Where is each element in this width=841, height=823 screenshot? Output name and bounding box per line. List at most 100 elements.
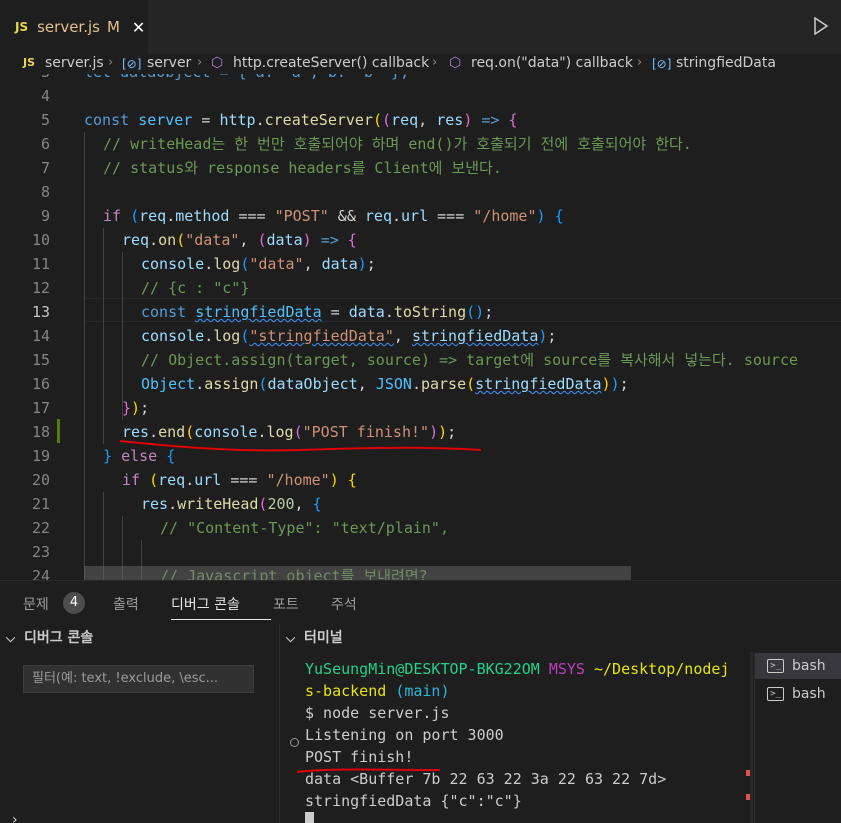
breadcrumb-item-stringfieddata[interactable]: stringfiedData xyxy=(676,54,776,72)
line-number: 15 xyxy=(31,351,50,369)
active-tab-indicator xyxy=(171,619,271,620)
terminal-instance-label: bash xyxy=(792,686,826,702)
code-line-6: // writeHead는 한 번만 호출되어야 하며 end()가 호출되기 … xyxy=(103,135,692,153)
line-number: 22 xyxy=(31,519,50,537)
code-line-10: req.on("data", (data) => { xyxy=(122,231,357,249)
line-number: 4 xyxy=(40,87,50,105)
code-line-20: if (req.url === "/home") { xyxy=(122,471,357,489)
line-number: 18 xyxy=(31,423,50,441)
breadcrumb-item-req-on[interactable]: req.on("data") callback xyxy=(471,54,633,72)
code-line-7: // status와 response headers를 Client에 보낸다… xyxy=(103,159,502,177)
breadcrumb: JS server.js › [⊘] server › ⬡ http.creat… xyxy=(0,54,841,74)
horizontal-scrollbar[interactable] xyxy=(84,566,631,580)
tab-filename: server.js xyxy=(37,18,100,36)
line-number: 21 xyxy=(31,495,50,513)
terminal-icon: >_ xyxy=(767,659,784,673)
line-number: 17 xyxy=(31,399,50,417)
line-number: 6 xyxy=(40,135,50,153)
line-number: 11 xyxy=(31,255,50,273)
string-literal: "POST finish!" xyxy=(302,423,430,441)
line-number: 16 xyxy=(31,375,50,393)
terminal-scrollbar[interactable] xyxy=(750,652,753,823)
terminal-line: Listening on port 3000 xyxy=(305,726,504,744)
terminal-instance-bash[interactable]: >_ bash xyxy=(755,681,841,707)
string-literal: "data" xyxy=(249,255,304,273)
line-number-active: 13 xyxy=(31,303,50,321)
terminal-prompt-line: YuSeungMin@DESKTOP-BKG22OM MSYS ~/Deskto… xyxy=(305,658,729,680)
chevron-down-icon[interactable]: ⌵ xyxy=(286,624,295,652)
line-number: 12 xyxy=(31,279,50,297)
line-number-gutter: 3 4 5 6 7 8 9 10 11 12 13 14 15 16 17 18… xyxy=(0,74,60,580)
code-line-19: } else { xyxy=(103,447,176,465)
debug-console-header[interactable]: ⌵ 디버그 콘솔 xyxy=(0,624,279,652)
line-number: 7 xyxy=(40,159,50,177)
chevron-right-icon: › xyxy=(108,55,114,70)
tab-comments[interactable]: 주석 xyxy=(331,594,357,614)
code-line-16: Object.assign(dataObject, JSON.parse(str… xyxy=(141,375,629,393)
debug-console-pane: ⌵ 디버그 콘솔 필터(예: text, !exclude, \esc... › xyxy=(0,624,279,823)
method-cube-icon: ⬡ xyxy=(211,55,224,71)
code-line-11: console.log("data", data); xyxy=(141,255,376,273)
chevron-down-icon[interactable]: ⌵ xyxy=(6,624,15,652)
line-number: 3 xyxy=(10,74,50,84)
prompt-path: s-backend xyxy=(305,682,387,700)
prompt-path: ~/Desktop/nodej xyxy=(594,660,730,678)
terminal-title: 터미널 xyxy=(304,630,343,646)
terminal-cursor xyxy=(305,812,314,823)
code-line-13: const stringfiedData = data.toString(); xyxy=(141,303,494,321)
modified-indicator: M xyxy=(106,18,120,36)
breadcrumb-item-file[interactable]: server.js xyxy=(45,54,104,72)
chevron-right-icon: › xyxy=(197,55,203,70)
line-number: 14 xyxy=(31,327,50,345)
javascript-file-icon: JS xyxy=(23,56,36,69)
code-line-12: // {c : "c"} xyxy=(141,279,250,297)
tab-problems[interactable]: 문제 xyxy=(23,594,49,614)
terminal-instance-bash[interactable]: >_ bash xyxy=(755,653,841,679)
line-number: 5 xyxy=(40,111,50,129)
code-line-22: // "Content-Type": "text/plain", xyxy=(160,519,449,537)
string-literal: "POST" xyxy=(274,207,329,225)
command-decoration-icon[interactable] xyxy=(290,738,299,747)
line-number: 23 xyxy=(31,543,50,561)
panel-tab-bar: 문제 4 출력 디버그 콘솔 포트 주석 xyxy=(0,580,841,624)
prompt-user: YuSeungMin@DESKTOP-BKG22OM xyxy=(305,660,540,678)
breadcrumb-item-createserver[interactable]: http.createServer() callback xyxy=(233,54,429,72)
tab-output[interactable]: 출력 xyxy=(113,594,139,614)
breadcrumb-item-server[interactable]: server xyxy=(147,54,191,72)
code-line-15: // Object.assign(target, source) => targ… xyxy=(141,351,799,369)
terminal-line: data <Buffer 7b 22 63 22 3a 22 63 22 7d> xyxy=(305,770,667,788)
string-literal: "/home" xyxy=(473,207,537,225)
line-number: 10 xyxy=(31,231,50,249)
string-literal: "data" xyxy=(185,231,240,249)
variable-icon: [⊘] xyxy=(122,57,142,71)
terminal-instance-list: >_ bash >_ bash xyxy=(754,652,841,823)
terminal-line: POST finish! xyxy=(305,748,414,766)
method-cube-icon: ⬡ xyxy=(449,55,462,71)
close-tab-button[interactable]: ✕ xyxy=(132,18,145,37)
chevron-right-icon: › xyxy=(637,55,643,70)
terminal-header[interactable]: ⌵ 터미널 xyxy=(280,624,841,652)
code-line-3: let dataObject = { a: "a", b: "b" }; xyxy=(84,74,409,84)
code-line-21: res.writeHead(200, { xyxy=(141,495,322,513)
tab-debug-console[interactable]: 디버그 콘솔 xyxy=(171,594,240,614)
code-line-5: const server = http.createServer((req, r… xyxy=(84,111,518,129)
code-lines: let dataObject = { a: "a", b: "b" }; con… xyxy=(84,74,841,580)
terminal-line: $ node server.js xyxy=(305,704,450,722)
terminal-icon: >_ xyxy=(767,687,784,701)
editor-tab-bar: JS server.js M ✕ xyxy=(0,0,841,54)
debug-console-filter-input[interactable]: 필터(예: text, !exclude, \esc... xyxy=(23,665,254,693)
prompt-host: MSYS xyxy=(548,660,585,678)
terminal-instance-label: bash xyxy=(792,658,826,674)
problems-count-badge: 4 xyxy=(63,592,85,614)
terminal-pane: ⌵ 터미널 YuSeungMin@DESKTOP-BKG22OM MSYS ~/… xyxy=(280,624,841,823)
line-number: 24 xyxy=(31,567,50,580)
tab-server-js[interactable]: JS server.js M ✕ xyxy=(0,0,148,54)
run-file-icon[interactable] xyxy=(813,17,829,35)
line-number: 20 xyxy=(31,471,50,489)
number-literal: 200 xyxy=(267,495,295,513)
tab-ports[interactable]: 포트 xyxy=(273,594,299,614)
overview-ruler-mark xyxy=(746,794,750,800)
code-line-9: if (req.method === "POST" && req.url ===… xyxy=(103,207,564,225)
code-editor[interactable]: 3 4 5 6 7 8 9 10 11 12 13 14 15 16 17 18… xyxy=(0,74,841,580)
terminal-output[interactable]: YuSeungMin@DESKTOP-BKG22OM MSYS ~/Deskto… xyxy=(280,652,750,823)
